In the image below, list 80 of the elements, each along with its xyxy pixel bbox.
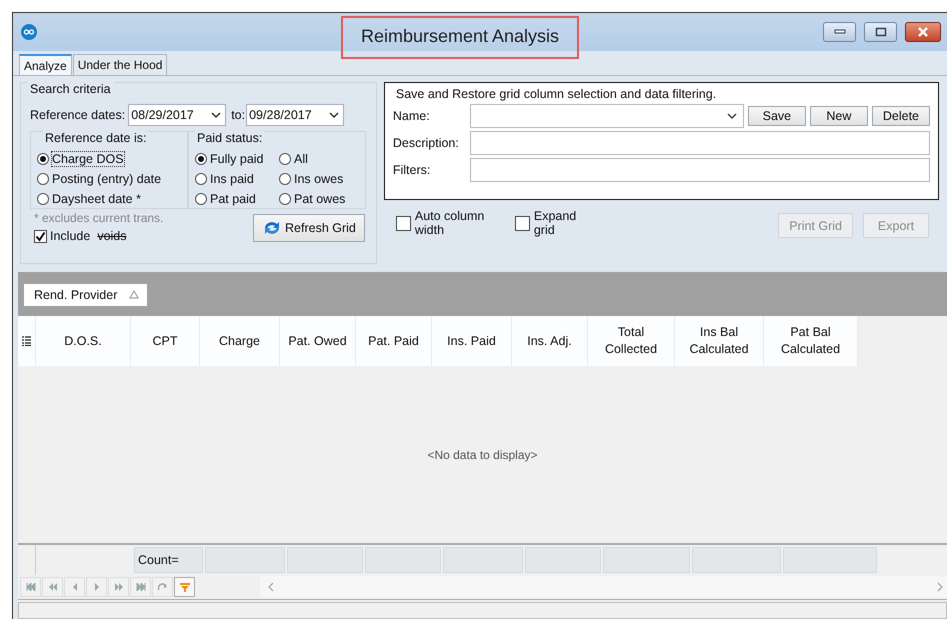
redo-button[interactable] bbox=[152, 577, 173, 597]
scroll-right-icon[interactable] bbox=[937, 582, 943, 592]
first-page-icon bbox=[26, 583, 36, 591]
last-page-icon bbox=[136, 583, 146, 591]
panel-title: Save and Restore grid column selection and data filtering. bbox=[394, 87, 718, 101]
column-chooser-icon[interactable] bbox=[22, 336, 31, 346]
filters-field[interactable] bbox=[470, 158, 930, 182]
previous-page-button[interactable] bbox=[42, 577, 63, 597]
group-title: Reference date is: bbox=[43, 131, 148, 145]
sort-triangle-icon bbox=[129, 290, 140, 299]
filter-icon bbox=[180, 582, 190, 592]
option-checkbox[interactable]: Auto column width bbox=[396, 209, 497, 237]
date-dropdown[interactable]: 08/29/2017 bbox=[128, 104, 226, 126]
column-header[interactable]: D.O.S. bbox=[36, 316, 131, 366]
left-arrow-icon bbox=[72, 583, 78, 591]
first-page-button[interactable] bbox=[20, 577, 41, 597]
maximize-icon bbox=[874, 27, 886, 37]
column-header[interactable]: Ins. Adj. bbox=[512, 316, 588, 366]
column-header[interactable]: Charge bbox=[200, 316, 280, 366]
description-field[interactable] bbox=[470, 131, 930, 155]
column-header[interactable]: Pat Bal Calculated bbox=[764, 316, 858, 366]
app-logo-icon bbox=[21, 24, 37, 40]
group-title: Paid status: bbox=[195, 131, 264, 145]
layout-button[interactable]: New bbox=[810, 106, 868, 126]
column-header[interactable]: Total Collected bbox=[588, 316, 675, 366]
radio-option[interactable]: Daysheet date * bbox=[37, 189, 187, 209]
chevron-down-icon bbox=[211, 111, 222, 119]
field-label: to: bbox=[231, 108, 246, 122]
filter-button[interactable] bbox=[174, 577, 195, 597]
radio-option[interactable]: All bbox=[279, 149, 359, 169]
radio-option[interactable]: Pat owes bbox=[279, 189, 359, 209]
field-label: Name: bbox=[392, 109, 431, 123]
footnote-text: * excludes current trans. bbox=[34, 211, 164, 225]
minimize-icon bbox=[834, 29, 846, 35]
radio-option[interactable]: Charge DOS bbox=[37, 149, 187, 169]
minimize-button[interactable] bbox=[823, 22, 856, 42]
field-label: Description: bbox=[392, 136, 460, 150]
layout-button[interactable]: Delete bbox=[872, 106, 930, 126]
horizontal-scrollbar[interactable] bbox=[260, 576, 947, 598]
radio-option[interactable]: Fully paid bbox=[195, 149, 279, 169]
tab[interactable]: Analyze bbox=[19, 54, 72, 75]
summary-cell: Count= bbox=[134, 547, 203, 573]
name-dropdown[interactable] bbox=[470, 104, 744, 128]
checkmark-icon bbox=[35, 230, 46, 242]
field-label: Reference dates: bbox=[30, 108, 126, 122]
column-header[interactable]: Ins Bal Calculated bbox=[675, 316, 764, 366]
previous-button[interactable] bbox=[64, 577, 85, 597]
radio-option[interactable]: Ins paid bbox=[195, 169, 279, 189]
double-right-arrow-icon bbox=[114, 583, 124, 591]
maximize-button[interactable] bbox=[864, 22, 897, 42]
window-title: Reimbursement Analysis bbox=[340, 16, 580, 59]
group-by-chip[interactable]: Rend. Provider bbox=[24, 284, 148, 306]
layout-button[interactable]: Save bbox=[748, 106, 806, 126]
last-page-button[interactable] bbox=[130, 577, 151, 597]
refresh-icon bbox=[262, 220, 282, 236]
option-checkbox[interactable]: Expand grid bbox=[514, 209, 578, 237]
tab[interactable]: Under the Hood bbox=[72, 54, 168, 75]
group-title: Search criteria bbox=[27, 82, 114, 96]
radio-option[interactable]: Pat paid bbox=[195, 189, 279, 209]
scroll-left-icon[interactable] bbox=[268, 582, 274, 592]
right-arrow-icon bbox=[94, 583, 100, 591]
column-header[interactable]: Pat. Paid bbox=[356, 316, 432, 366]
next-page-button[interactable] bbox=[108, 577, 129, 597]
field-label: Filters: bbox=[392, 163, 432, 177]
close-icon bbox=[917, 27, 929, 37]
date-dropdown[interactable]: 09/28/2017 bbox=[246, 104, 344, 126]
redo-icon bbox=[158, 583, 168, 591]
next-button[interactable] bbox=[86, 577, 107, 597]
close-button[interactable] bbox=[905, 22, 941, 42]
column-header[interactable]: CPT bbox=[131, 316, 200, 366]
radio-option[interactable]: Ins owes bbox=[279, 169, 359, 189]
chevron-down-icon bbox=[726, 112, 737, 120]
radio-option[interactable]: Posting (entry) date bbox=[37, 169, 187, 189]
column-header[interactable]: Ins. Paid bbox=[432, 316, 512, 366]
refresh-grid-button[interactable]: Refresh Grid bbox=[253, 214, 365, 242]
empty-message: <No data to display> bbox=[427, 448, 538, 462]
double-left-arrow-icon bbox=[48, 583, 58, 591]
include-voids-checkbox[interactable]: Include voids bbox=[34, 229, 164, 243]
column-header[interactable]: Pat. Owed bbox=[280, 316, 356, 366]
chevron-down-icon bbox=[329, 111, 340, 119]
